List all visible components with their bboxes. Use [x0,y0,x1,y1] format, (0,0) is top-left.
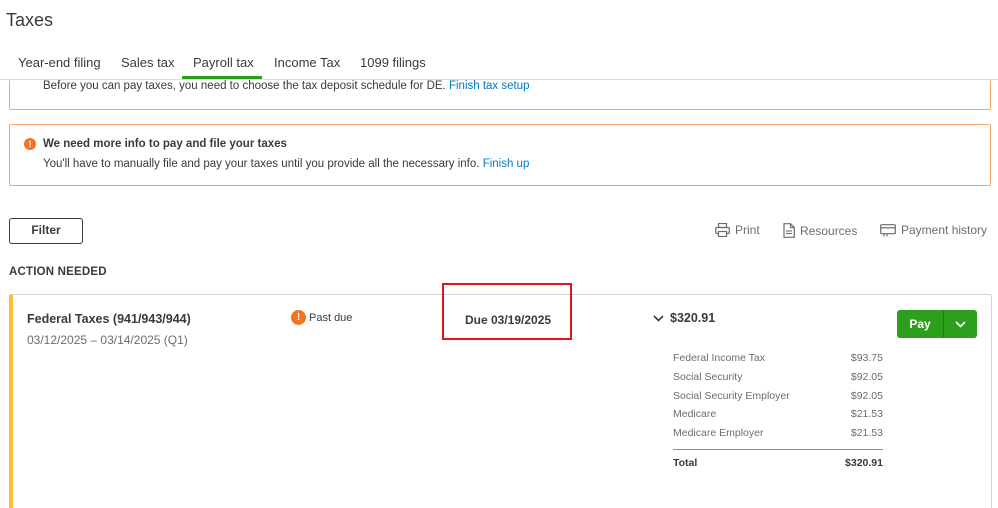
breakdown-value: $92.05 [850,370,883,383]
breakdown-label: Social Security Employer [673,389,790,402]
print-label: Print [735,223,760,237]
payment-history-label: Payment history [901,223,988,237]
banner-message: Before you can pay taxes, you need to ch… [43,80,530,92]
breakdown-divider [673,448,883,450]
tab-year-end-filing[interactable]: Year-end filing [18,55,101,70]
chevron-down-icon [653,314,664,322]
breakdown-value: $21.53 [850,427,883,440]
breakdown-label: Social Security [673,370,743,383]
tab-sales-tax[interactable]: Sales tax [121,55,174,70]
deposit-schedule-banner: Before you can pay taxes, you need to ch… [9,80,991,110]
status-badge: ! Past due [291,310,352,325]
tab-bar: Year-end filing Sales tax Payroll tax In… [0,50,998,80]
amount-toggle[interactable]: $320.91 [653,311,715,325]
chevron-down-icon [955,320,966,328]
pay-button[interactable]: Pay [897,310,944,338]
breakdown-row: Social Security Employer $92.05 [673,387,883,406]
breakdown-total-row: Total $320.91 [673,457,883,469]
banner-title: We need more info to pay and file your t… [43,138,287,150]
breakdown-row: Medicare Employer $21.53 [673,424,883,443]
document-icon [783,223,795,238]
warning-icon: ! [24,138,36,150]
filter-button[interactable]: Filter [9,218,83,244]
payment-history-icon [880,223,896,236]
breakdown-row: Federal Income Tax $93.75 [673,349,883,368]
print-button[interactable]: Print [715,223,760,237]
breakdown-row: Medicare $21.53 [673,405,883,424]
finish-up-link[interactable]: Finish up [483,158,530,170]
total-value: $320.91 [845,456,883,469]
pay-split-button: Pay [897,310,977,338]
more-info-banner: ! We need more info to pay and file your… [9,124,991,186]
resources-label: Resources [800,223,858,238]
banner-text: You'll have to manually file and pay you… [43,158,480,170]
pay-options-dropdown[interactable] [944,310,977,338]
banner-text: Before you can pay taxes, you need to ch… [43,80,446,92]
action-needed-heading: ACTION NEEDED [9,266,107,278]
banner-message: You'll have to manually file and pay you… [43,158,529,170]
page-title: Taxes [6,10,54,30]
tab-income-tax[interactable]: Income Tax [274,55,340,70]
tab-1099-filings[interactable]: 1099 filings [360,55,426,70]
print-icon [715,223,730,237]
breakdown-label: Medicare [673,408,717,421]
breakdown-label: Medicare Employer [673,427,764,440]
total-label: Total [673,456,698,469]
breakdown-value: $21.53 [850,408,883,421]
tab-payroll-tax[interactable]: Payroll tax [193,55,254,70]
warning-icon: ! [291,310,306,325]
breakdown-label: Federal Income Tax [673,352,766,364]
resources-button[interactable]: Resources [783,223,857,238]
card-title: Federal Taxes (941/943/944) [27,312,191,326]
finish-tax-setup-link[interactable]: Finish tax setup [449,80,530,92]
active-tab-indicator [182,76,262,79]
card-period: 03/12/2025 – 03/14/2025 (Q1) [27,333,188,347]
payment-history-button[interactable]: Payment history [880,223,987,237]
status-text: Past due [309,311,353,324]
breakdown-value: $93.75 [850,352,883,364]
breakdown-value: $92.05 [850,389,883,402]
due-date-highlight-box [442,283,572,340]
amount-value: $320.91 [670,311,716,325]
tax-breakdown: Federal Income Tax $93.75 Social Securit… [673,349,883,469]
breakdown-row: Social Security $92.05 [673,368,883,387]
